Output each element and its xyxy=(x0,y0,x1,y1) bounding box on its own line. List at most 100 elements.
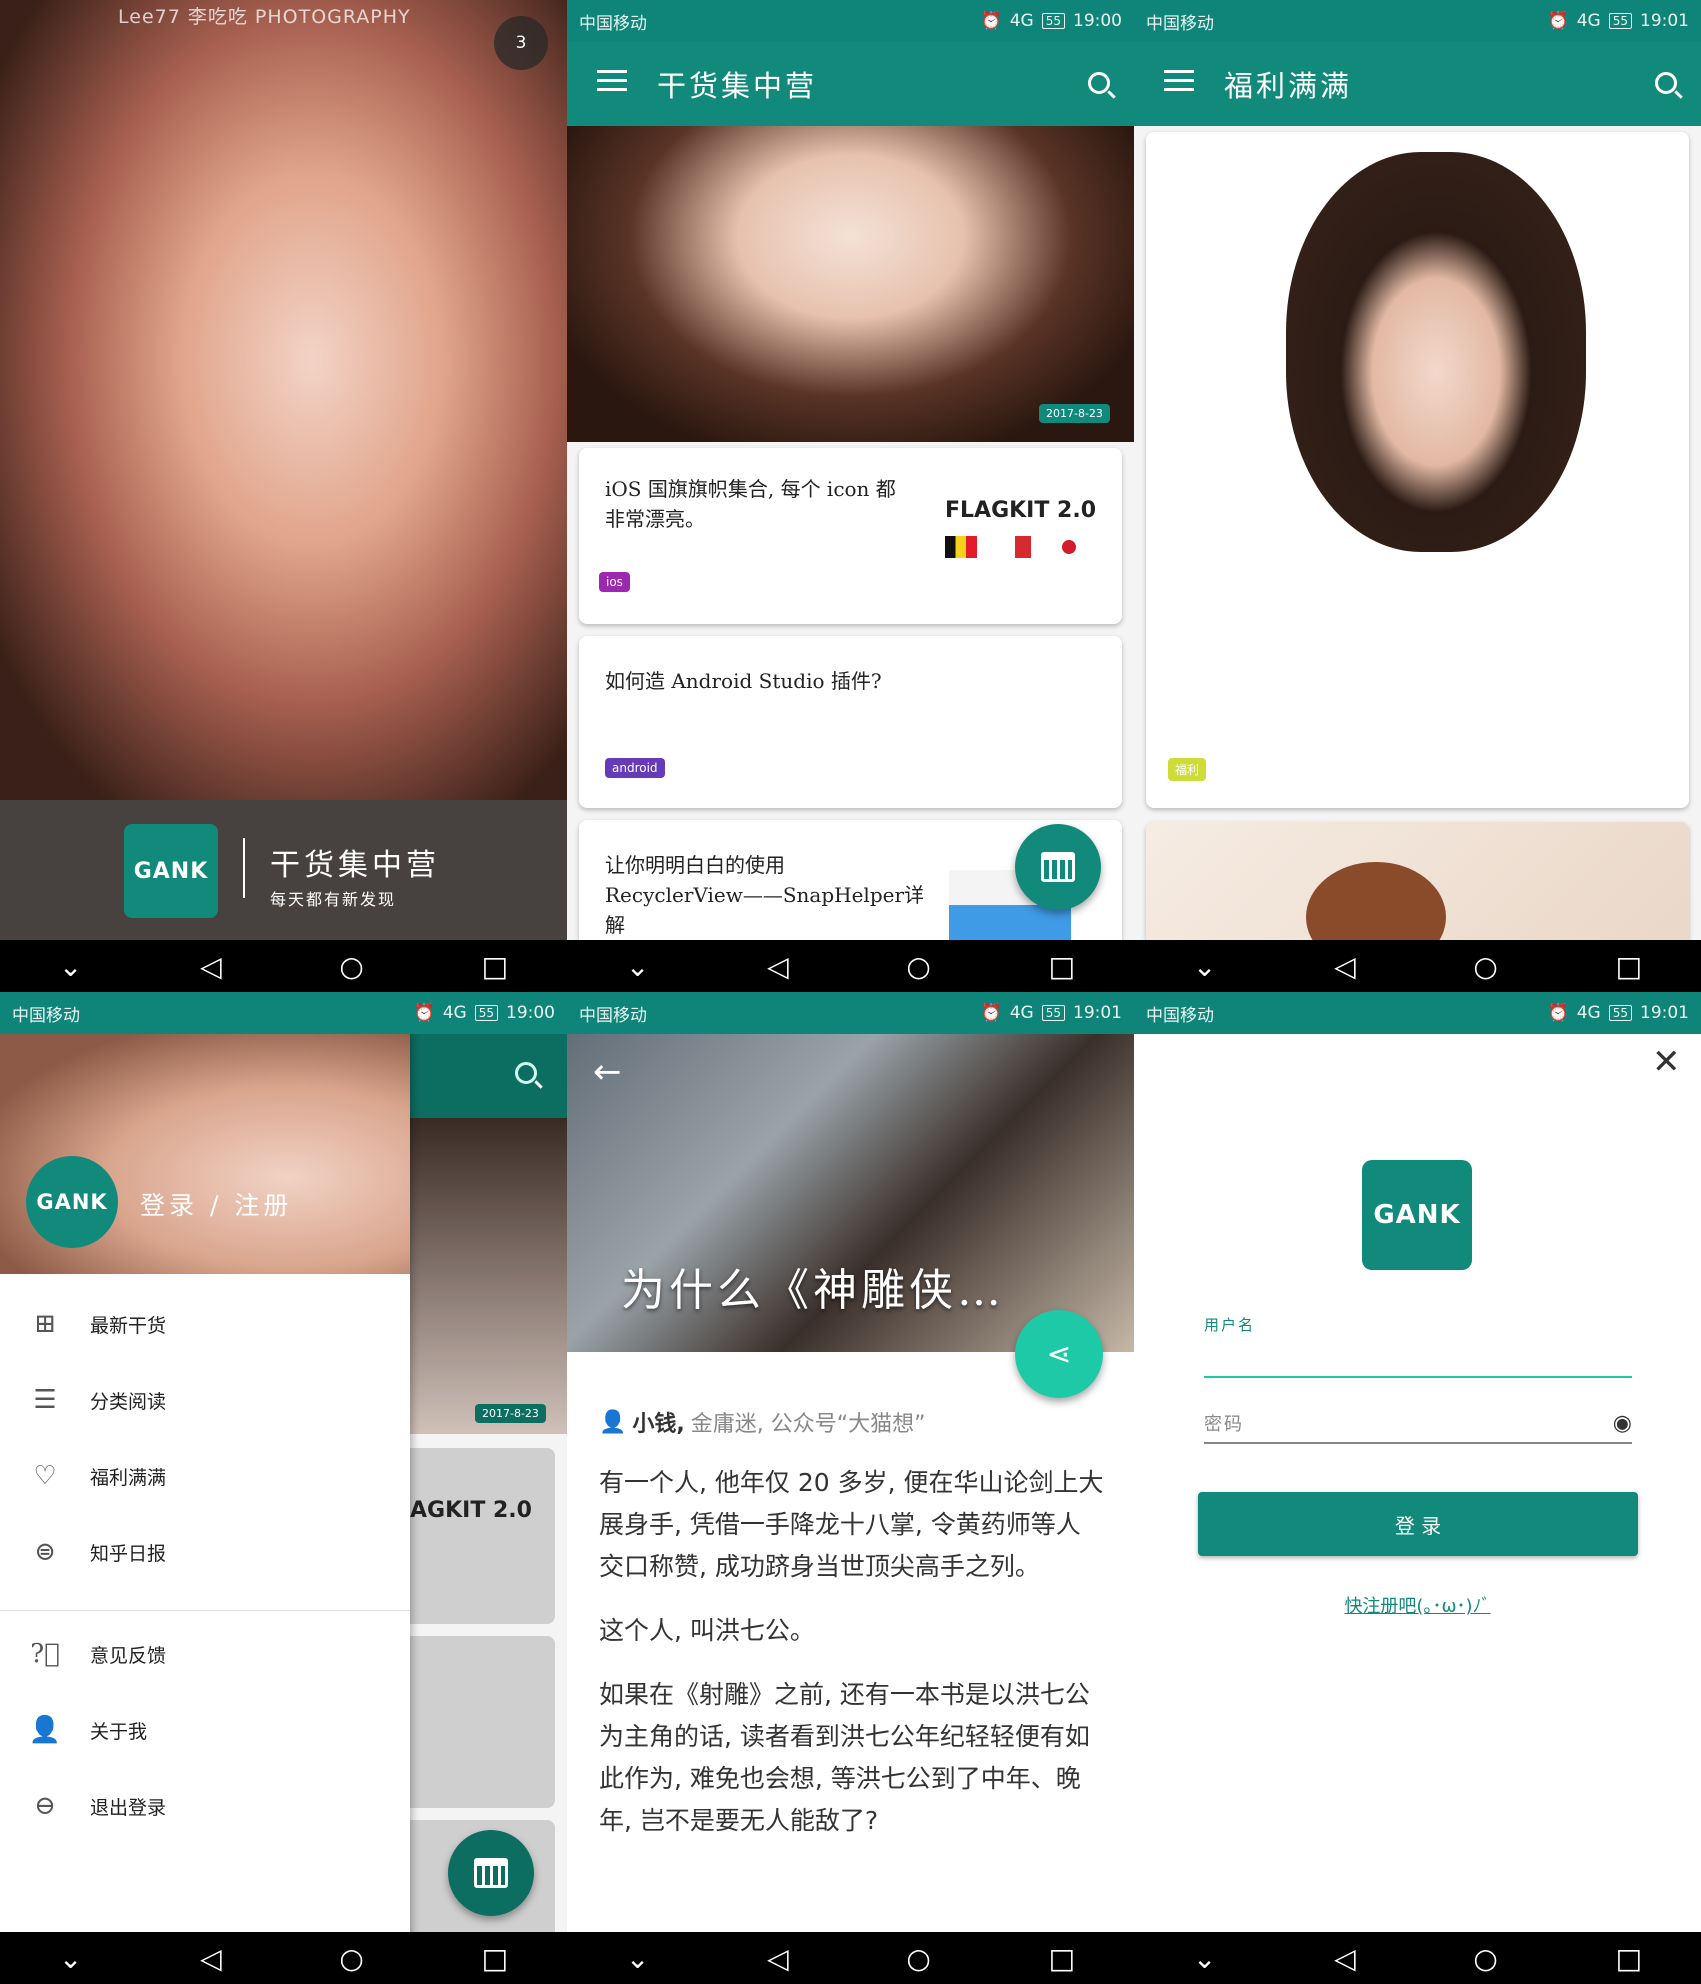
back-arrow-icon[interactable]: ← xyxy=(593,1052,622,1092)
gank-logo: GANK xyxy=(124,824,218,918)
collapse-icon[interactable]: ⌄ xyxy=(1193,950,1216,983)
drawer-item-zhihu[interactable]: ⊜ 知乎日报 xyxy=(0,1522,410,1582)
drawer-item-label: 最新干货 xyxy=(90,1314,167,1337)
network-label: 4G xyxy=(1576,11,1601,31)
home-icon[interactable]: ○ xyxy=(1473,950,1497,983)
welfare-screen: 中国移动 ⏰ 4G 55 19:01 福利满满 福利 ⌄ ◁ ○ □ xyxy=(1134,0,1701,992)
back-icon[interactable]: ◁ xyxy=(200,1942,222,1975)
alarm-icon: ⏰ xyxy=(1547,11,1569,31)
status-bar: 中国移动 ⏰ 4G 55 19:00 xyxy=(0,992,567,1034)
article-screen: 中国移动 ⏰ 4G 55 19:01 ← 为什么《神雕侠… ⋖ 👤 小钱, 金庸迷, … xyxy=(567,992,1134,1984)
home-icon[interactable]: ○ xyxy=(1473,1942,1497,1975)
close-icon[interactable]: ✕ xyxy=(1652,1042,1681,1082)
battery: 55 xyxy=(474,1005,498,1021)
collapse-icon[interactable]: ⌄ xyxy=(59,950,82,983)
drawer-item-label: 退出登录 xyxy=(90,1796,167,1819)
back-icon[interactable]: ◁ xyxy=(1334,950,1356,983)
drawer-item-label: 分类阅读 xyxy=(90,1390,167,1413)
collapse-icon[interactable]: ⌄ xyxy=(626,1942,649,1975)
divider xyxy=(0,1610,410,1611)
collapse-icon[interactable]: ⌄ xyxy=(59,1942,82,1975)
status-bar: 中国移动 ⏰ 4G 55 19:01 xyxy=(1134,992,1701,1034)
skip-button[interactable]: 3 xyxy=(494,16,548,70)
username-field[interactable] xyxy=(1204,1342,1632,1378)
drawer-item-latest[interactable]: ⊞ 最新干货 xyxy=(0,1294,410,1354)
help-icon: ?⃝ xyxy=(30,1639,60,1669)
back-icon[interactable]: ◁ xyxy=(200,950,222,983)
alarm-icon: ⏰ xyxy=(980,11,1002,31)
gank-logo: GANK xyxy=(1362,1160,1472,1270)
home-icon[interactable]: ○ xyxy=(339,950,363,983)
search-icon xyxy=(515,1062,537,1084)
bg-card-thumb: AGKIT 2.0 xyxy=(410,1498,532,1523)
home-icon[interactable]: ○ xyxy=(906,1942,930,1975)
recents-icon[interactable]: □ xyxy=(1616,950,1642,983)
tag-welfare[interactable]: 福利 xyxy=(1168,758,1207,781)
share-fab[interactable]: ⋖ xyxy=(1015,1310,1103,1398)
author-line: 👤 小钱, 金庸迷, 公众号“大猫想” xyxy=(599,1406,926,1438)
battery: 55 xyxy=(1608,1005,1632,1021)
drawer-item-logout[interactable]: ⊖ 退出登录 xyxy=(0,1776,410,1836)
portrait xyxy=(1286,152,1586,552)
drawer-item-label: 关于我 xyxy=(90,1720,148,1743)
share-icon: ⋖ xyxy=(1046,1336,1072,1372)
register-link[interactable]: 快注册吧(｡･ω･)ﾉﾞ xyxy=(1134,1592,1701,1618)
article-card[interactable]: 如何造 Android Studio 插件? android xyxy=(579,636,1122,808)
drawer-item-welfare[interactable]: ♡ 福利满满 xyxy=(0,1446,410,1506)
tag-android[interactable]: android xyxy=(605,758,665,778)
screenshot-grid: Lee77 李吃吃 PHOTOGRAPHY 3 GANK 干货集中营 每天都有新… xyxy=(0,0,1701,1984)
tag-ios[interactable]: ios xyxy=(599,572,630,592)
alarm-icon: ⏰ xyxy=(980,1003,1002,1023)
eye-off-icon[interactable]: ◉ xyxy=(1613,1411,1632,1436)
home-icon[interactable]: ○ xyxy=(906,950,930,983)
author-desc: 金庸迷, 公众号“大猫想” xyxy=(690,1412,926,1437)
back-icon[interactable]: ◁ xyxy=(767,1942,789,1975)
menu-icon[interactable] xyxy=(567,64,657,105)
recents-icon[interactable]: □ xyxy=(482,1942,508,1975)
search-icon[interactable] xyxy=(1631,68,1701,101)
password-placeholder: 密码 xyxy=(1204,1414,1244,1435)
card-title: 让你明明白白的使用 RecyclerView——SnapHelper详解 xyxy=(605,853,925,937)
card-thumbnail: FLAGKIT 2.0 xyxy=(945,498,1097,523)
photo-watermark: Lee77 李吃吃 PHOTOGRAPHY xyxy=(118,6,411,28)
date-badge: 2017-8-23 xyxy=(1039,404,1110,423)
recents-icon[interactable]: □ xyxy=(1049,1942,1075,1975)
home-icon[interactable]: ○ xyxy=(339,1942,363,1975)
drawer-item-about[interactable]: 👤 关于我 xyxy=(0,1700,410,1760)
hero-image[interactable] xyxy=(567,126,1134,442)
recents-icon[interactable]: □ xyxy=(1049,950,1075,983)
alarm-icon: ⏰ xyxy=(1547,1003,1569,1023)
back-icon[interactable]: ◁ xyxy=(767,950,789,983)
toolbar: 干货集中营 xyxy=(567,42,1134,126)
drawer-item-category[interactable]: ☰ 分类阅读 xyxy=(0,1370,410,1430)
drawer-item-feedback[interactable]: ?⃝ 意见反馈 xyxy=(0,1624,410,1684)
card-title: 如何造 Android Studio 插件? xyxy=(605,669,882,693)
menu-icon[interactable] xyxy=(1134,64,1224,105)
back-icon[interactable]: ◁ xyxy=(1334,1942,1356,1975)
status-bar: 中国移动 ⏰ 4G 55 19:01 xyxy=(567,992,1134,1034)
collapse-icon[interactable]: ⌄ xyxy=(626,950,649,983)
clock: 19:01 xyxy=(1073,1003,1122,1023)
recents-icon[interactable]: □ xyxy=(1616,1942,1642,1975)
login-register-link[interactable]: 登录 / 注册 xyxy=(140,1186,292,1222)
article-title: 为什么《神雕侠… xyxy=(621,1265,1005,1316)
avatar[interactable]: GANK xyxy=(26,1156,118,1248)
username-label: 用户名 xyxy=(1204,1316,1256,1334)
calendar-icon xyxy=(1041,852,1075,882)
article-card[interactable]: iOS 国旗旗帜集合, 每个 icon 都非常漂亮。 FLAGKIT 2.0 i… xyxy=(579,448,1122,624)
login-button[interactable]: 登 录 xyxy=(1198,1492,1638,1556)
nav-bar: ⌄ ◁ ○ □ xyxy=(1134,1932,1701,1984)
calendar-fab[interactable] xyxy=(1015,824,1101,910)
password-field[interactable]: 密码 ◉ xyxy=(1204,1404,1632,1444)
clock: 19:00 xyxy=(506,1003,555,1023)
welfare-photo-card[interactable]: 福利 xyxy=(1146,132,1689,808)
collapse-icon[interactable]: ⌄ xyxy=(1193,1942,1216,1975)
carrier: 中国移动 xyxy=(579,13,647,34)
recents-icon[interactable]: □ xyxy=(482,950,508,983)
bg-card: AGKIT 2.0 xyxy=(410,1448,555,1624)
search-icon[interactable] xyxy=(1064,68,1134,101)
drawer-item-label: 意见反馈 xyxy=(90,1644,167,1667)
network-label: 4G xyxy=(1009,1003,1034,1023)
drawer-item-label: 知乎日报 xyxy=(90,1542,167,1565)
navigation-drawer: GANK 登录 / 注册 ⊞ 最新干货 ☰ 分类阅读 ♡ 福利满满 ⊜ 知乎日报 ?⃝ 意… xyxy=(0,992,410,1984)
